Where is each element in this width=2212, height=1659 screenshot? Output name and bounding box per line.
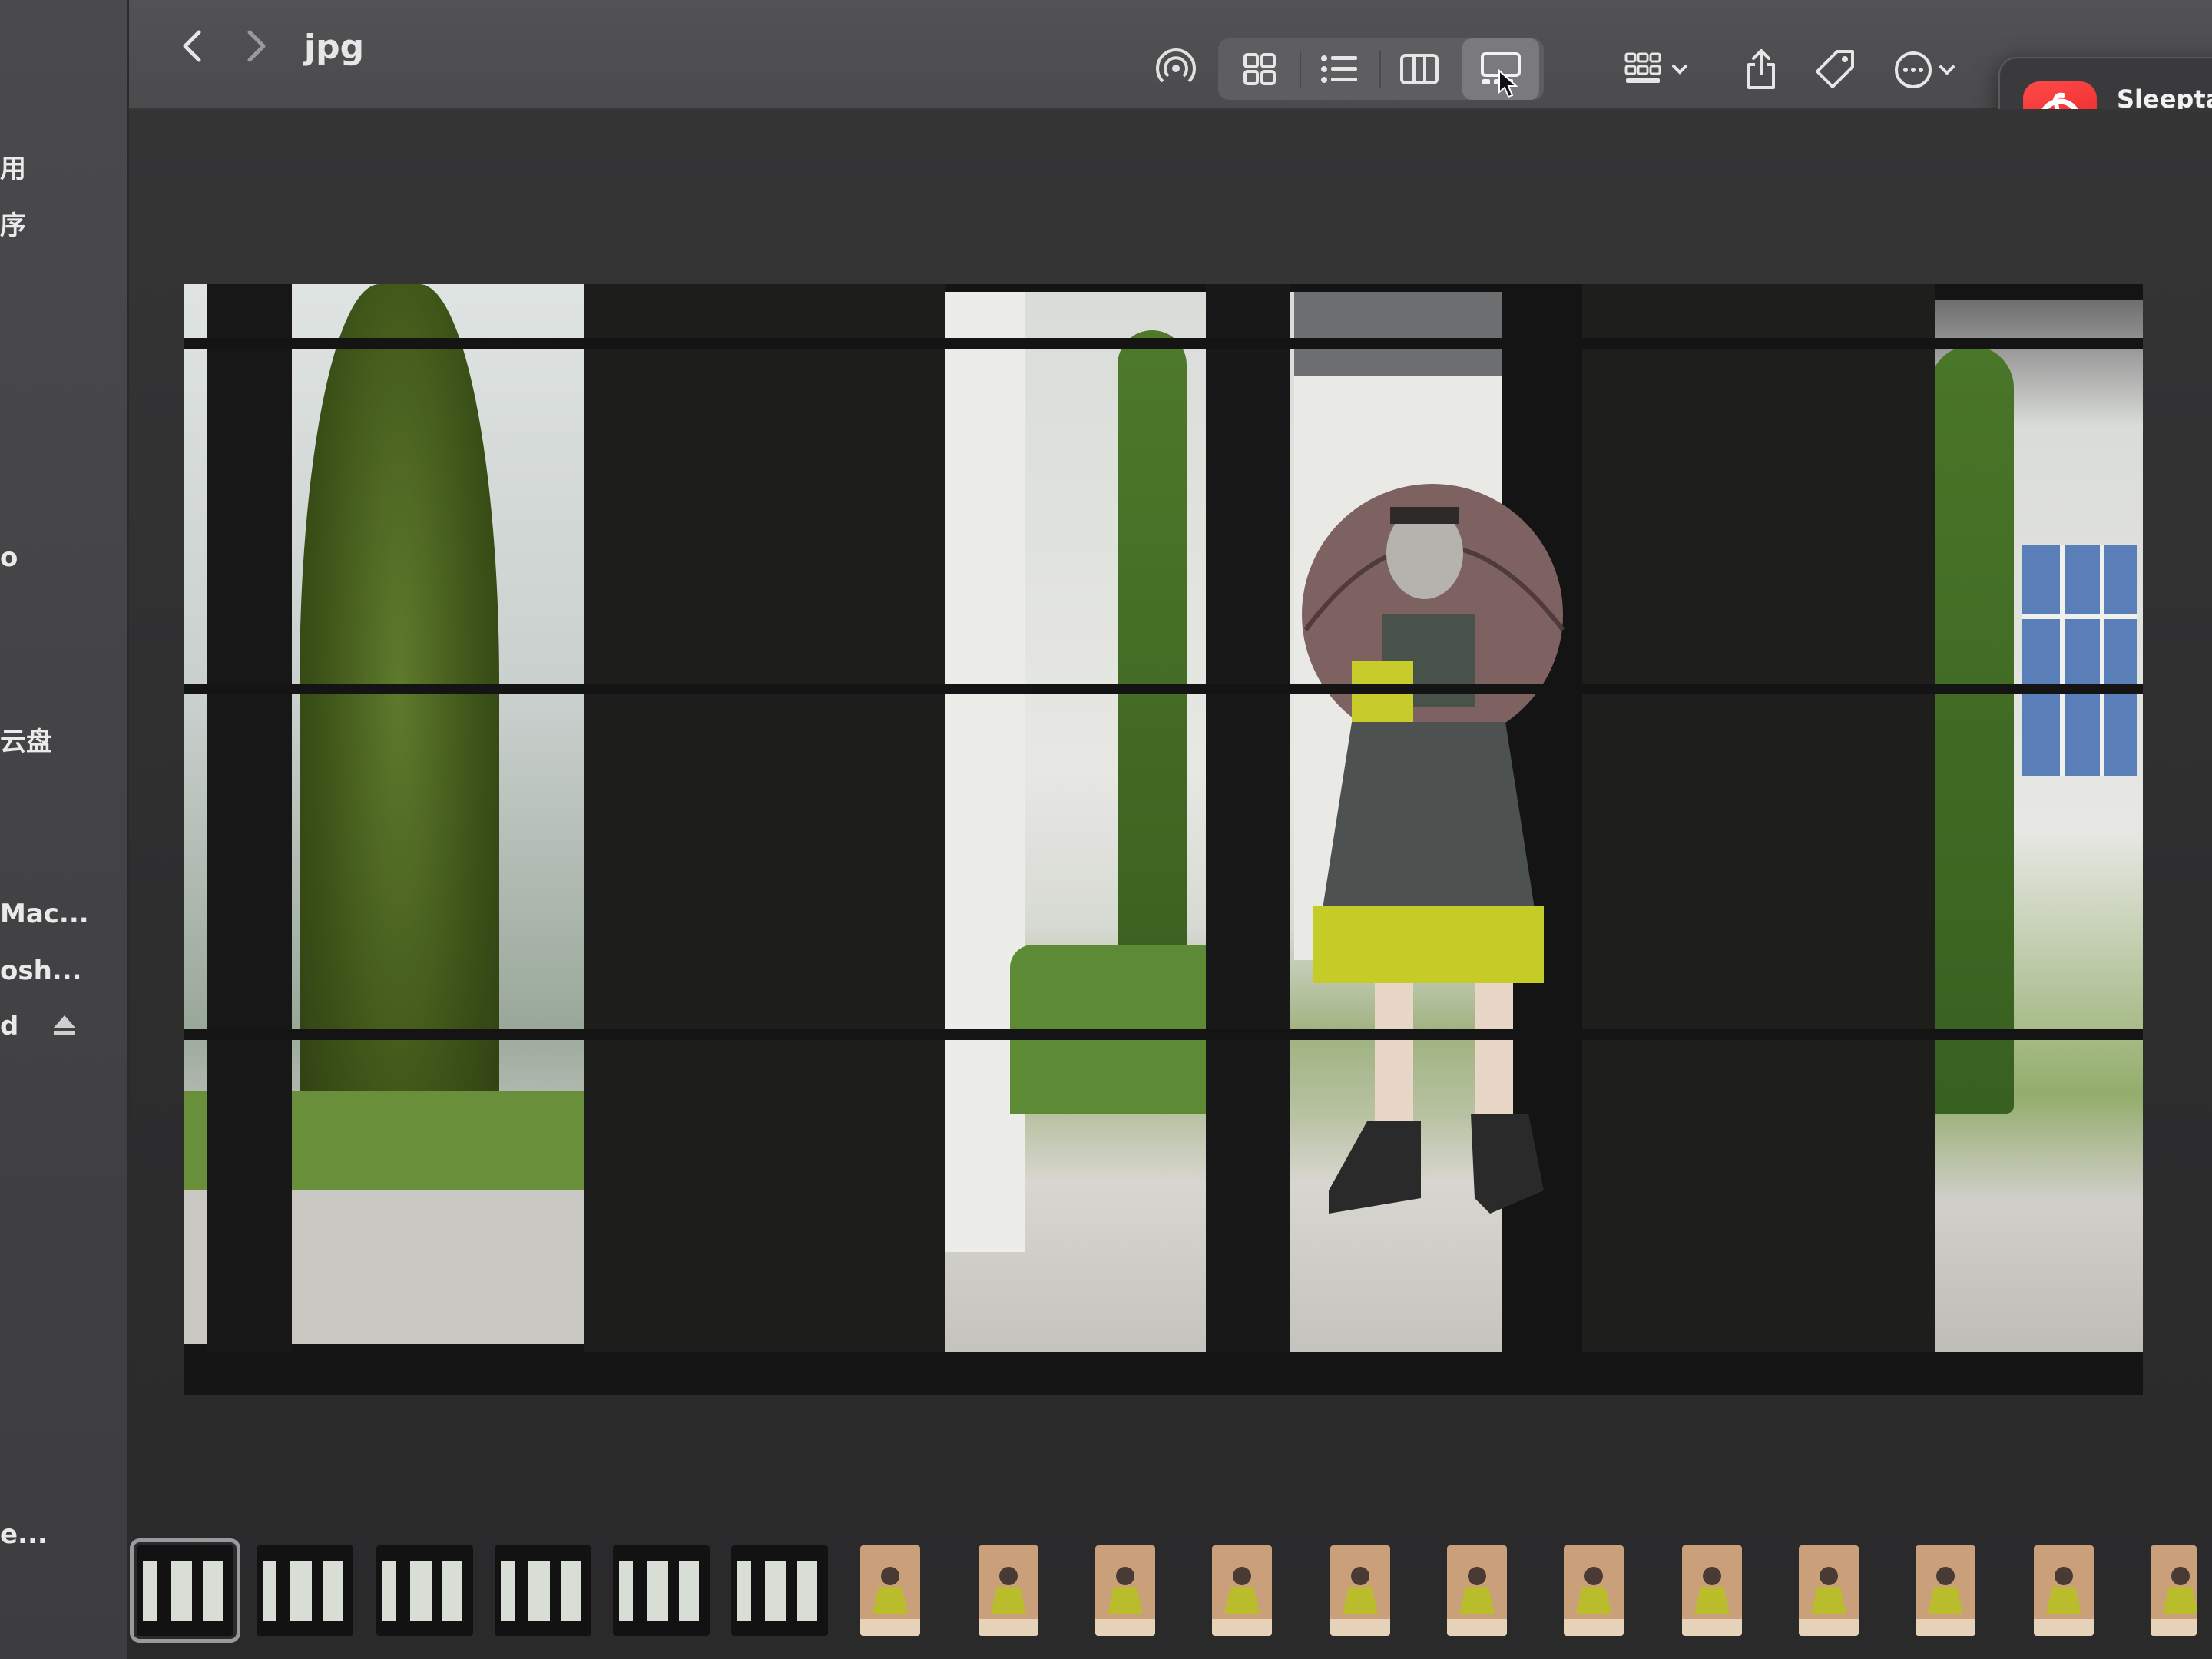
window-frame-rail	[184, 338, 2143, 349]
thumbnail-image	[1330, 1567, 1390, 1636]
sidebar-item-macintosh[interactable]: Mac...	[0, 899, 89, 929]
thumbnail-image	[1564, 1567, 1624, 1636]
thumbnail[interactable]	[1682, 1545, 1742, 1636]
thumbnail-image	[979, 1567, 1038, 1636]
list-view-button[interactable]	[1301, 38, 1378, 100]
thumbnail[interactable]	[1330, 1545, 1390, 1636]
list-view-icon	[1321, 55, 1357, 83]
thumbnail-image	[263, 1561, 343, 1621]
thumbnail-image	[1447, 1567, 1507, 1636]
thumbnail[interactable]	[860, 1545, 920, 1636]
thumbnail[interactable]	[130, 1538, 240, 1643]
thumbnail-image	[1095, 1567, 1155, 1636]
sidebar: 用 序 o 云盘 Mac... osh... d e...	[0, 0, 128, 1659]
chevron-right-icon	[247, 30, 266, 62]
thumbnail-image	[2151, 1567, 2197, 1636]
curtain-left	[584, 284, 945, 1395]
sidebar-item-macintosh-hd[interactable]: osh...	[0, 955, 82, 986]
thumbnail[interactable]	[376, 1545, 473, 1636]
thumbnail[interactable]	[257, 1545, 353, 1636]
thumbnail-image	[860, 1567, 920, 1636]
finder-window: 用 序 o 云盘 Mac... osh... d e... jpg Sleept…	[0, 0, 2212, 1659]
window-frame-post	[1206, 284, 1290, 1395]
window-frame-post	[207, 284, 292, 1395]
airdrop-icon	[1156, 48, 1196, 83]
thumbnail-image	[1916, 1567, 1975, 1636]
thumbnail[interactable]	[979, 1545, 1038, 1636]
tag-button[interactable]	[1806, 43, 1865, 97]
back-button[interactable]	[169, 23, 215, 69]
thumbnail[interactable]	[1564, 1545, 1624, 1636]
thumbnail[interactable]	[731, 1545, 828, 1636]
group-button[interactable]	[1619, 43, 1696, 97]
thumbnail-image	[619, 1561, 699, 1621]
column-view-button[interactable]	[1381, 38, 1458, 100]
more-icon	[1895, 51, 1955, 88]
thumbnail-image	[1212, 1567, 1272, 1636]
view-mode-control	[1218, 38, 1544, 100]
curtain-right	[1582, 284, 1936, 1395]
sidebar-item-folder[interactable]: o	[0, 542, 18, 573]
thumbnail-image	[1799, 1567, 1859, 1636]
thumbnail[interactable]	[1916, 1545, 1975, 1636]
sidebar-item-applications[interactable]: 用	[0, 147, 26, 185]
window-frame-sill	[184, 1352, 2143, 1395]
window-pane-right	[1929, 300, 2143, 1359]
thumbnail[interactable]	[495, 1545, 591, 1636]
thumbnail-image	[1682, 1567, 1742, 1636]
window-frame-rail	[184, 1029, 2143, 1040]
thumbnail[interactable]	[2151, 1545, 2197, 1636]
thumbnail[interactable]	[1799, 1545, 1859, 1636]
person-with-parasol	[1302, 484, 1565, 1214]
sidebar-item-disk[interactable]: d	[0, 1011, 18, 1041]
thumbnail-image	[737, 1561, 817, 1621]
thumbnail[interactable]	[1095, 1545, 1155, 1636]
sidebar-item-programs[interactable]: 序	[0, 204, 26, 242]
share-button[interactable]	[1734, 38, 1788, 100]
toolbar: jpg	[129, 0, 2212, 109]
mouse-cursor-icon	[1498, 69, 1518, 98]
thumbnail-image	[501, 1561, 581, 1621]
icon-view-button[interactable]	[1221, 38, 1298, 100]
share-icon	[1747, 49, 1775, 89]
gallery-preview-image[interactable]	[184, 284, 2143, 1395]
thumbnail-image	[2034, 1567, 2094, 1636]
thumbnail[interactable]	[2034, 1545, 2094, 1636]
window-frame-rail	[184, 684, 2143, 694]
sidebar-item-recent[interactable]: e...	[0, 1519, 48, 1550]
eject-icon[interactable]	[52, 1014, 77, 1037]
icon-view-icon	[1243, 53, 1276, 85]
group-icon	[1624, 52, 1687, 83]
thumbnail-image	[143, 1561, 223, 1621]
airdrop-button[interactable]	[1147, 40, 1204, 97]
tag-icon	[1816, 50, 1854, 88]
more-actions-button[interactable]	[1888, 43, 1965, 97]
window-title: jpg	[304, 28, 365, 67]
forward-button[interactable]	[233, 23, 280, 69]
chevron-left-icon	[183, 30, 201, 62]
thumbnail[interactable]	[1447, 1545, 1507, 1636]
sidebar-item-icloud-drive[interactable]: 云盘	[0, 720, 52, 758]
thumbnail-image	[382, 1561, 462, 1621]
thumbnail[interactable]	[1212, 1545, 1272, 1636]
column-view-icon	[1400, 54, 1439, 84]
gallery-view-button[interactable]	[1462, 38, 1539, 100]
thumbnail[interactable]	[613, 1545, 710, 1636]
gallery-filmstrip	[129, 1528, 2212, 1659]
